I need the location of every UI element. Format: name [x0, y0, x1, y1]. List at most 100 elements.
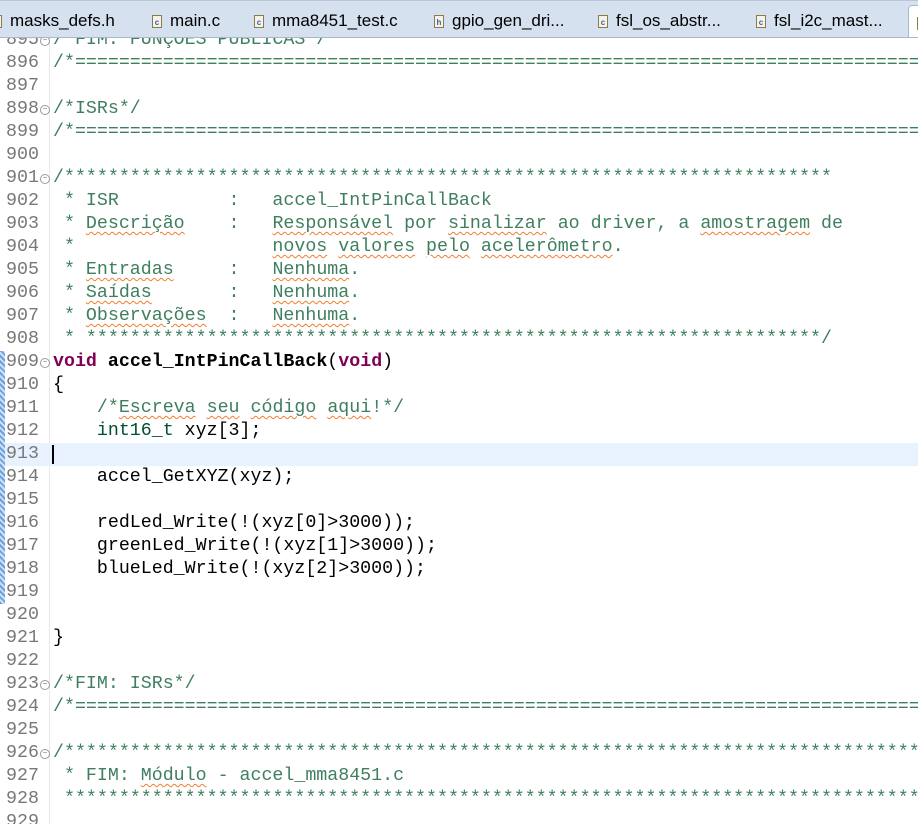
fold-collapse-icon[interactable]: −	[40, 358, 50, 368]
code-line[interactable]: 918 blueLed_Write(!(xyz[2]>3000));	[0, 558, 918, 581]
tab-main-c[interactable]: c main.c	[152, 7, 220, 35]
line-number: 916	[6, 513, 39, 533]
code-line[interactable]: 922	[0, 650, 918, 673]
code-text[interactable]: blueLed_Write(!(xyz[2]>3000));	[53, 558, 426, 581]
code-line[interactable]: 912 int16_t xyz[3];	[0, 420, 918, 443]
code-text[interactable]: /*FIM: ISRs*/	[53, 673, 196, 696]
tab-fsl-os-abstr-[interactable]: c fsl_os_abstr...	[598, 7, 721, 35]
code-line[interactable]: 900	[0, 144, 918, 167]
fold-collapse-icon[interactable]: −	[40, 105, 50, 115]
code-token: .	[612, 237, 624, 257]
code-line[interactable]: 924 /*===================================…	[0, 696, 918, 719]
code-text[interactable]: * novos valores pelo acelerômetro.	[53, 236, 624, 259]
code-text[interactable]: /*======================================…	[53, 52, 918, 75]
code-text[interactable]: redLed_Write(!(xyz[0]>3000));	[53, 512, 415, 535]
code-text[interactable]: * Saídas : Nenhuma.	[53, 282, 360, 305]
code-token: void	[338, 352, 383, 372]
code-token: * **************************************…	[53, 329, 832, 349]
code-token: por	[393, 214, 448, 234]
code-line[interactable]: 898−/*ISRs*/	[0, 98, 918, 121]
misspelled-word: novos	[272, 237, 328, 257]
code-text[interactable]: * ISR : accel_IntPinCallBack	[53, 190, 492, 213]
misspelled-word: Módulo	[140, 766, 207, 786]
code-line[interactable]: 916 redLed_Write(!(xyz[0]>3000));	[0, 512, 918, 535]
code-line[interactable]: 927 * FIM: Módulo - accel_mma8451.c	[0, 765, 918, 788]
code-line[interactable]: 897	[0, 75, 918, 98]
code-line[interactable]: 904 * novos valores pelo acelerômetro.	[0, 236, 918, 259]
code-token: !*/	[371, 398, 405, 418]
line-number: 929	[6, 812, 39, 824]
tab-masks-defs-h[interactable]: h masks_defs.h	[0, 7, 115, 35]
code-text[interactable]: void accel_IntPinCallBack(void)	[53, 351, 393, 374]
code-text[interactable]: }	[53, 627, 64, 650]
code-line[interactable]: 923−/*FIM: ISRs*/	[0, 673, 918, 696]
code-line[interactable]: 920	[0, 604, 918, 627]
code-line[interactable]: 919	[0, 581, 918, 604]
code-text[interactable]: * Descrição : Responsável por sinalizar …	[53, 213, 843, 236]
tab-gpio-gen-dri-[interactable]: h gpio_gen_dri...	[434, 7, 564, 35]
code-text[interactable]: /*FIM: FUNÇÕES PÚBLICAS*/	[53, 38, 327, 52]
code-line[interactable]: 909− void accel_IntPinCallBack(void)	[0, 351, 918, 374]
fold-collapse-icon[interactable]: −	[40, 680, 50, 690]
code-line[interactable]: 908 * **********************************…	[0, 328, 918, 351]
code-text[interactable]: /***************************************…	[53, 167, 832, 190]
code-line[interactable]: 913	[0, 443, 918, 466]
code-line[interactable]: 929	[0, 811, 918, 824]
code-line[interactable]: 905 * Entradas : Nenhuma.	[0, 259, 918, 282]
misspelled-word: Entradas	[85, 260, 174, 280]
code-lines[interactable]: 895−/*FIM: FUNÇÕES PÚBLICAS*/896/*======…	[0, 38, 918, 824]
code-text[interactable]: /*======================================…	[53, 121, 918, 144]
code-line[interactable]: 917 greenLed_Write(!(xyz[1]>3000));	[0, 535, 918, 558]
code-line[interactable]: 926−/***********************************…	[0, 742, 918, 765]
code-text[interactable]: * **************************************…	[53, 328, 832, 351]
code-token: .	[349, 306, 361, 326]
fold-collapse-icon[interactable]: −	[40, 749, 50, 759]
code-text[interactable]: greenLed_Write(!(xyz[1]>3000));	[53, 535, 437, 558]
code-text[interactable]: ****************************************…	[53, 788, 918, 811]
code-line[interactable]: 911 /*Escreva seu código aqui!*/	[0, 397, 918, 420]
c-file-icon: c	[152, 14, 162, 28]
code-line[interactable]: 896 /*===================================…	[0, 52, 918, 75]
code-text[interactable]: * FIM: Módulo - accel_mma8451.c	[53, 765, 404, 788]
code-line[interactable]: 901−/***********************************…	[0, 167, 918, 190]
line-number: 918	[6, 559, 39, 579]
fold-collapse-icon[interactable]: −	[40, 174, 50, 184]
code-text[interactable]: * Entradas : Nenhuma.	[53, 259, 360, 282]
code-text[interactable]: int16_t xyz[3];	[53, 420, 262, 443]
h-file-icon: h	[0, 14, 2, 28]
change-marker	[0, 489, 5, 512]
tab-fsl-i2c-mast-[interactable]: c fsl_i2c_mast...	[756, 7, 883, 35]
code-token: /*======================================…	[53, 122, 918, 142]
tab-mma8451-test-c[interactable]: c mma8451_test.c	[254, 7, 398, 35]
line-number: 917	[6, 536, 39, 556]
code-line[interactable]: 915	[0, 489, 918, 512]
tab-label: gpio_gen_dri...	[452, 11, 565, 30]
code-line[interactable]: 921}	[0, 627, 918, 650]
code-line[interactable]: 906 * Saídas : Nenhuma.	[0, 282, 918, 305]
code-line[interactable]: 899 /*===================================…	[0, 121, 918, 144]
code-text[interactable]: {	[53, 374, 64, 397]
code-line[interactable]: 928 ************************************…	[0, 788, 918, 811]
code-text[interactable]: /***************************************…	[53, 742, 918, 765]
fold-collapse-icon[interactable]: −	[40, 38, 50, 46]
tab-active[interactable]: c	[908, 5, 918, 37]
code-line[interactable]: 903 * Descrição : Responsável por sinali…	[0, 213, 918, 236]
code-line[interactable]: 902 * ISR : accel_IntPinCallBack	[0, 190, 918, 213]
tab-label: fsl_os_abstr...	[616, 11, 721, 30]
code-text[interactable]: /*======================================…	[53, 696, 918, 719]
code-text[interactable]: /*ISRs*/	[53, 98, 141, 121]
code-line[interactable]: 910 {	[0, 374, 918, 397]
code-text[interactable]: * Observações : Nenhuma.	[53, 305, 360, 328]
code-editor[interactable]: 895−/*FIM: FUNÇÕES PÚBLICAS*/896/*======…	[0, 38, 918, 824]
line-number: 902	[6, 191, 39, 211]
line-number: 912	[6, 421, 39, 441]
code-text[interactable]: /*Escreva seu código aqui!*/	[53, 397, 404, 420]
misspelled-word: Nenhuma	[272, 283, 350, 303]
code-text[interactable]: accel_GetXYZ(xyz);	[53, 466, 294, 489]
code-line[interactable]: 925	[0, 719, 918, 742]
code-line[interactable]: 895−/*FIM: FUNÇÕES PÚBLICAS*/	[0, 38, 918, 52]
code-line[interactable]: 907 * Observações : Nenhuma.	[0, 305, 918, 328]
code-line[interactable]: 914 accel_GetXYZ(xyz);	[0, 466, 918, 489]
